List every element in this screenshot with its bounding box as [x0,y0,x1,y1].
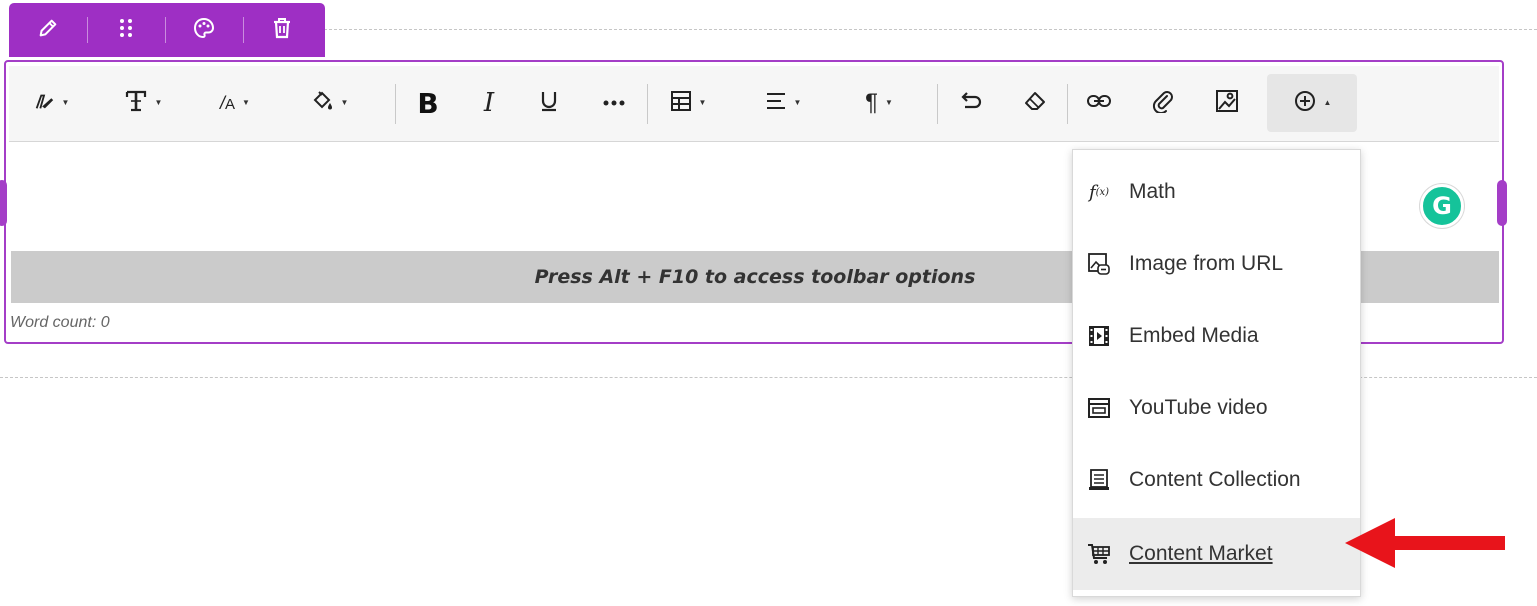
resize-handle-left[interactable] [0,180,7,226]
paperclip-icon [1152,89,1174,118]
attach-file-button[interactable] [1139,74,1187,132]
menu-item-content-market[interactable]: Content Market [1073,518,1360,590]
image-icon [1215,89,1239,118]
bold-button[interactable]: B [405,74,451,132]
ellipsis-icon [603,94,625,112]
align-button[interactable]: ▼ [751,74,815,132]
annotation-arrow [1343,512,1505,577]
format-painter-icon [33,90,55,117]
drag-handle-icon [118,17,134,44]
insert-image-button[interactable] [1203,74,1251,132]
style-block-button[interactable] [165,3,243,57]
align-left-icon [765,92,787,115]
grammarly-button[interactable]: G [1420,184,1464,228]
table-icon [670,90,692,117]
menu-item-image-from-url[interactable]: Image from URL [1073,228,1360,300]
insert-content-menu: f (x) Math Image from URL Embed Media You… [1072,149,1361,597]
palette-icon [192,16,216,45]
toolbar-divider [395,84,396,124]
menu-item-math[interactable]: f (x) Math [1073,156,1360,228]
paint-bucket-icon [310,89,334,118]
content-collection-icon [1087,468,1111,492]
chevron-down-icon: ▼ [154,98,163,107]
fill-color-button[interactable]: ▼ [297,74,361,132]
menu-item-label: Embed Media [1129,324,1259,347]
image-url-icon [1087,252,1111,276]
math-function-icon: f (x) [1088,181,1110,203]
delete-block-button[interactable] [243,3,321,57]
more-formatting-button[interactable] [589,74,639,132]
menu-item-youtube-video[interactable]: YouTube video [1073,372,1360,444]
menu-item-content-collection[interactable]: Content Collection [1073,444,1360,516]
menu-item-label: Content Collection [1129,468,1301,491]
pencil-icon [37,17,59,44]
italic-button[interactable]: I [467,74,511,132]
menu-item-embed-media[interactable]: Embed Media [1073,300,1360,372]
toolbar-divider [647,84,648,124]
menu-item-label: YouTube video [1129,396,1268,419]
trash-icon [271,16,293,45]
underline-button[interactable] [527,74,571,132]
chevron-down-icon: ▼ [340,98,349,107]
underline-icon [539,89,559,118]
bold-icon: B [417,86,439,120]
block-tools-bar [9,3,325,57]
word-count: Word count: 0 [10,314,110,331]
chevron-down-icon: ▼ [793,98,802,107]
film-icon [1087,324,1111,348]
editor-toolbar: ▼ ▼ /A ▼ ▼ B I ▼ ▼ ¶ ▼ ▲ [9,66,1499,142]
grammarly-icon: G [1432,192,1452,220]
menu-item-label: Image from URL [1129,252,1284,275]
italic-icon: I [483,88,495,118]
eraser-icon [1023,90,1047,117]
undo-button[interactable] [947,74,995,132]
text-style-icon [124,89,148,118]
paragraph-button[interactable]: ¶ ▼ [847,74,911,132]
cart-icon [1087,542,1111,566]
link-button[interactable] [1075,74,1123,132]
font-size-button[interactable]: /A ▼ [205,74,265,132]
clear-formatting-button[interactable] [1011,74,1059,132]
menu-item-label: Math [1129,180,1176,203]
pilcrow-icon: ¶ [865,89,878,116]
chevron-down-icon: ▼ [61,98,70,107]
undo-icon [959,91,983,116]
link-icon [1086,93,1112,114]
block-divider-top [324,29,1537,30]
resize-handle-right[interactable] [1497,180,1507,226]
move-block-button[interactable] [87,3,165,57]
toolbar-divider [1067,84,1068,124]
edit-block-button[interactable] [9,3,87,57]
toolbar-divider [937,84,938,124]
chevron-up-icon: ▲ [1323,98,1332,107]
plus-circle-icon [1293,89,1317,118]
insert-content-button[interactable]: ▲ [1267,74,1357,132]
format-painter-button[interactable]: ▼ [23,74,79,132]
chevron-down-icon: ▼ [884,98,893,107]
video-player-icon [1087,396,1111,420]
font-size-icon: /A [220,92,236,113]
table-button[interactable]: ▼ [657,74,719,132]
menu-item-label: Content Market [1129,542,1273,565]
text-style-button[interactable]: ▼ [113,74,173,132]
chevron-down-icon: ▼ [242,98,250,107]
chevron-down-icon: ▼ [698,98,707,107]
